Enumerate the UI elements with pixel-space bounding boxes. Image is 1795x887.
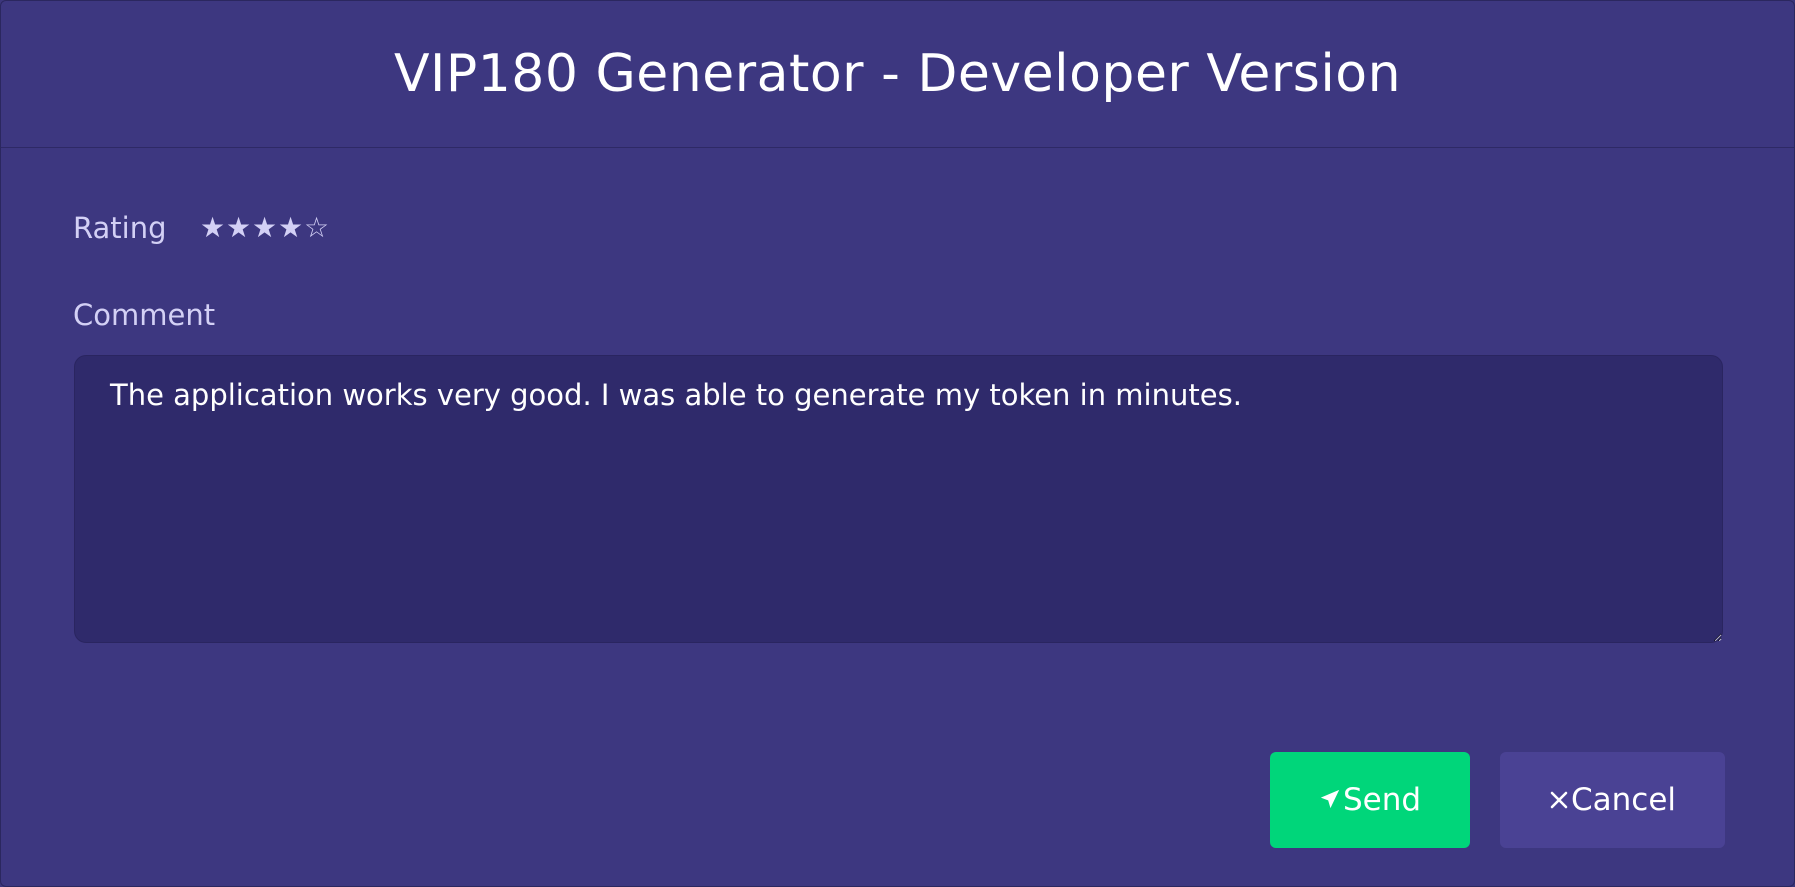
rating-stars: ★ ★ ★ ★ ☆ [200,214,330,242]
dialog-header: VIP180 Generator - Developer Version [1,1,1794,148]
cancel-button[interactable]: Cancel [1500,752,1725,848]
dialog-title: VIP180 Generator - Developer Version [393,44,1402,104]
send-button-label: Send [1342,782,1422,818]
comment-label: Comment [73,298,216,332]
cancel-button-label: Cancel [1570,782,1677,818]
rating-star-5[interactable]: ☆ [304,214,330,242]
rating-star-3[interactable]: ★ [252,214,278,242]
comment-textarea[interactable]: The application works very good. I was a… [74,355,1723,643]
rating-row: Rating ★ ★ ★ ★ ☆ [73,211,330,245]
paper-plane-icon [1319,784,1341,817]
rating-star-1[interactable]: ★ [200,214,226,242]
rating-label: Rating [73,211,167,245]
rating-star-2[interactable]: ★ [226,214,252,242]
send-button[interactable]: Send [1270,752,1470,848]
feedback-dialog: VIP180 Generator - Developer Version Rat… [0,0,1795,887]
close-icon [1549,784,1569,817]
rating-star-4[interactable]: ★ [278,214,304,242]
